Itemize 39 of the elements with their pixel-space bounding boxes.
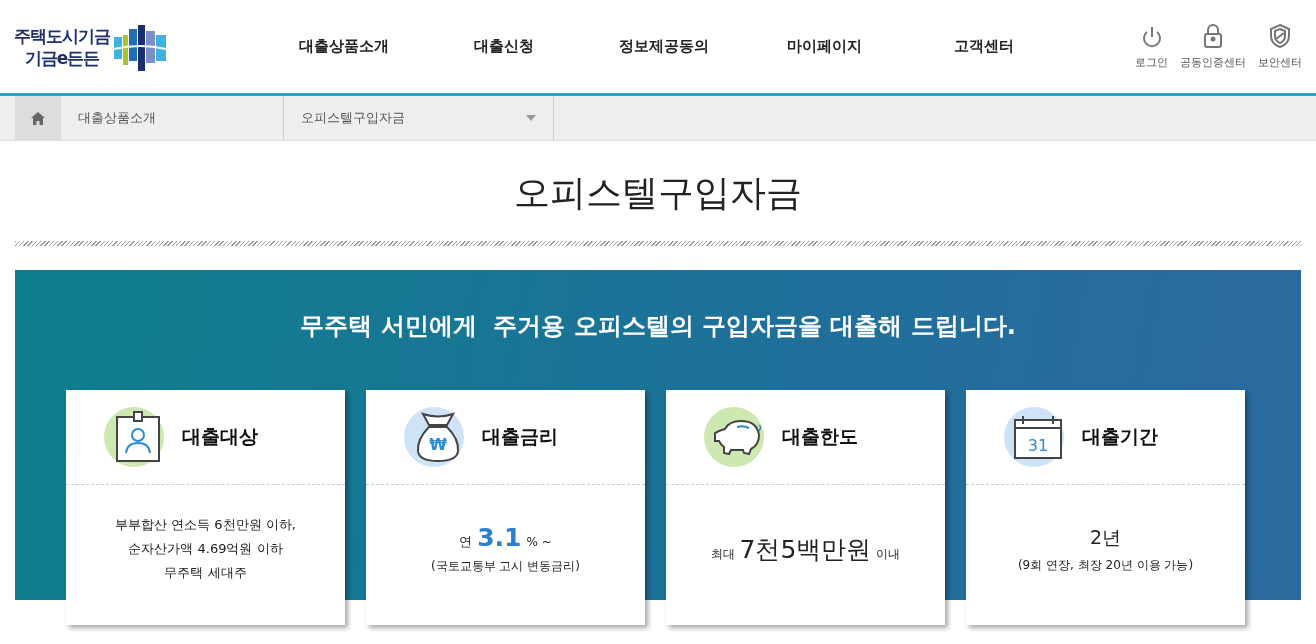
card-text: 7천5백만원 xyxy=(739,533,872,566)
utility-link[interactable]: 보안센터 xyxy=(1258,23,1302,70)
breadcrumb-link[interactable]: 대출상품소개 xyxy=(61,96,284,140)
shield-icon xyxy=(1269,23,1291,49)
utility-link[interactable]: 공동인증센터 xyxy=(1180,23,1246,70)
home-icon xyxy=(31,111,45,125)
home-button[interactable] xyxy=(15,96,61,140)
card-title: 대출대상 xyxy=(182,424,258,449)
card-text: (9회 연장, 최장 20년 이용 가능) xyxy=(1017,556,1194,574)
utility-link[interactable]: 로그인 xyxy=(1135,23,1168,70)
card-text: 2년 xyxy=(1089,524,1122,550)
nav-link[interactable]: 정보제공동의 xyxy=(584,37,744,56)
card-title: 대출기간 xyxy=(1082,424,1158,449)
nav-link[interactable]: 대출상품소개 xyxy=(264,37,424,56)
breadcrumb-dropdown[interactable]: 오피스텔구입자금 xyxy=(284,96,554,140)
site-logo[interactable]: 주택도시기금 기금e든든 xyxy=(14,22,264,71)
card-title: 대출한도 xyxy=(782,424,858,449)
id-badge-icon xyxy=(115,411,161,463)
lock-icon xyxy=(1202,23,1224,49)
card-text: 순자산가액 4.69억원 이하 xyxy=(128,540,283,558)
card-text: 이내 xyxy=(876,545,901,563)
card-text: 3.1 xyxy=(477,523,522,552)
card-text: 무주택 세대주 xyxy=(164,564,247,582)
card-text: 최대 xyxy=(710,545,735,563)
logo-text: 기금e든든 xyxy=(24,46,100,69)
buildings-logo-icon xyxy=(114,22,166,71)
card-text: % ~ xyxy=(526,535,552,549)
nav-link[interactable]: 고객센터 xyxy=(904,37,1064,56)
card-text: 연 xyxy=(459,533,473,551)
banner-headline: 무주택 서민에게 주거용 오피스텔의 구입자금을 대출해 드립니다. xyxy=(299,311,1017,342)
logo-text: 주택도시기금 xyxy=(14,24,110,47)
card-text: (국토교통부 고시 변동금리) xyxy=(431,558,580,575)
caret-icon xyxy=(526,115,536,121)
piggy-bank-icon xyxy=(713,417,763,457)
nav-link[interactable]: 대출신청 xyxy=(424,37,584,56)
page-title: 오피스텔구입자금 xyxy=(513,171,803,215)
card-title: 대출금리 xyxy=(482,424,558,449)
card-text: 부부합산 연소득 6천만원 이하, xyxy=(115,516,296,534)
nav-link[interactable]: 마이페이지 xyxy=(744,37,904,56)
